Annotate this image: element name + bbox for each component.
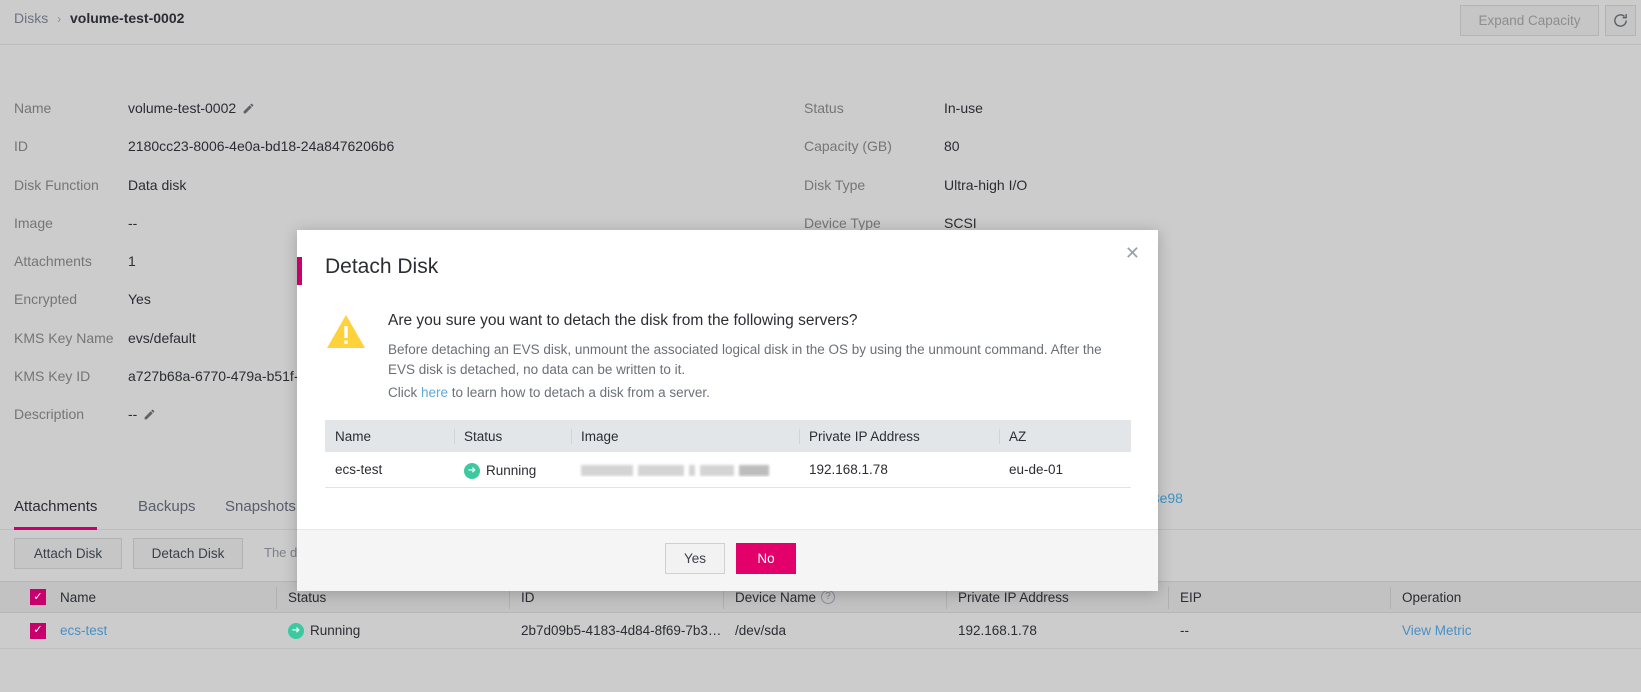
table-row[interactable]: ✓ ecs-test ➜ Running 2b7d09b5-4183-4d84-…	[0, 613, 1641, 649]
detail-value: --	[128, 214, 138, 231]
dialog-cell-az: eu-de-01	[1009, 462, 1064, 477]
dialog-column-name: Name	[335, 428, 372, 444]
help-circle-icon[interactable]: ?	[821, 590, 836, 604]
detach-disk-dialog: Detach Disk ✕ Are you sure you want to d…	[297, 230, 1158, 591]
dialog-cell-status-label: Running	[486, 463, 537, 478]
detail-label: Status	[804, 100, 844, 116]
tab-snapshots[interactable]: Snapshots	[225, 490, 296, 530]
cell-status: ➜ Running	[288, 613, 360, 648]
detail-value: In-use	[944, 100, 983, 116]
detail-value: Data disk	[128, 176, 187, 193]
checkbox-checked-icon: ✓	[30, 622, 46, 639]
detail-label: Device Type	[804, 214, 881, 231]
pencil-icon[interactable]	[242, 102, 255, 118]
checkbox-checked-icon: ✓	[30, 589, 46, 605]
detail-value: Ultra-high I/O	[944, 176, 1028, 193]
breadcrumb-current: volume-test-0002	[70, 10, 185, 26]
dialog-link-line: Click here to learn how to detach a disk…	[388, 385, 710, 400]
detail-value: Yes	[128, 291, 151, 308]
dialog-cell-image-redacted	[571, 462, 799, 477]
breadcrumb-parent-link[interactable]: Disks	[14, 10, 48, 26]
detail-label: KMS Key Name	[14, 329, 114, 346]
cancel-no-button[interactable]: No	[736, 543, 796, 574]
cell-id: 2b7d09b5-4183-4d84-8f69-7b3…	[521, 623, 722, 638]
tab-attachments[interactable]: Attachments	[14, 490, 98, 530]
dialog-table-row: ecs-test ➜ Running 192.168.1.78 eu-de-01	[325, 452, 1131, 488]
detail-value: a727b68a-6770-479a-b51f-8	[128, 368, 307, 385]
breadcrumb-separator: ›	[57, 12, 62, 26]
detail-label: Capacity (GB)	[804, 138, 892, 155]
dialog-title: Detach Disk	[325, 255, 439, 278]
refresh-button[interactable]	[1605, 5, 1636, 36]
confirm-yes-button[interactable]: Yes	[665, 543, 725, 574]
tab-backups[interactable]: Backups	[138, 490, 196, 530]
dialog-table-header-row: Name Status Image Private IP Address AZ	[325, 420, 1131, 452]
dialog-servers-table: Name Status Image Private IP Address AZ …	[325, 420, 1131, 488]
refresh-icon	[1614, 14, 1627, 27]
dialog-footer: Yes No	[297, 529, 1158, 591]
detail-value: SCSI	[944, 214, 977, 231]
column-header-eip[interactable]: EIP	[1180, 582, 1202, 612]
detail-label: Disk Function	[14, 176, 99, 193]
detail-value: evs/default	[128, 329, 196, 346]
link-prefix-text: Click	[388, 385, 421, 400]
detail-label: Disk Type	[804, 176, 866, 193]
detail-value: 80	[944, 138, 960, 155]
detail-label: Attachments	[14, 253, 92, 270]
detail-value: --	[128, 406, 156, 424]
here-link[interactable]: here	[421, 385, 448, 400]
attach-disk-button[interactable]: Attach Disk	[14, 538, 122, 569]
dialog-column-az: AZ	[999, 428, 1121, 444]
detail-label: Name	[14, 100, 52, 116]
close-icon[interactable]: ✕	[1125, 244, 1140, 262]
dialog-description: Before detaching an EVS disk, unmount th…	[388, 342, 1102, 377]
detail-label: Description	[14, 406, 85, 423]
detail-value: 1	[128, 253, 136, 270]
detail-label: Encrypted	[14, 291, 78, 308]
column-header-operation[interactable]: Operation	[1402, 582, 1461, 612]
cell-status-label: Running	[310, 623, 361, 638]
column-divider	[1390, 587, 1391, 609]
cell-private-ip: 192.168.1.78	[958, 623, 1037, 638]
detach-disk-button[interactable]: Detach Disk	[133, 538, 243, 569]
dialog-column-status: Status	[454, 428, 571, 444]
dialog-column-image: Image	[571, 428, 799, 444]
column-divider	[276, 587, 277, 609]
dialog-cell-status: ➜ Running	[454, 461, 571, 479]
cell-name-link[interactable]: ecs-test	[60, 613, 107, 648]
dialog-accent-bar	[297, 257, 302, 285]
dialog-question: Are you sure you want to detach the disk…	[388, 312, 858, 329]
link-suffix-text: to learn how to detach a disk from a ser…	[448, 385, 710, 400]
disk-detail-page: Disks › volume-test-0002 Expand Capacity…	[0, 0, 1641, 692]
pencil-icon[interactable]	[143, 408, 156, 424]
warning-triangle-icon	[327, 315, 365, 348]
column-divider	[1168, 587, 1169, 609]
detail-label: Image	[14, 214, 53, 231]
row-checkbox[interactable]: ✓	[30, 613, 46, 648]
dialog-cell-private-ip: 192.168.1.78	[809, 462, 888, 477]
column-header-name[interactable]: Name	[60, 582, 96, 612]
select-all-checkbox[interactable]: ✓	[30, 582, 46, 612]
cell-device-name: /dev/sda	[735, 623, 787, 638]
attachments-table: ✓ Name Status ID Device Name? Private IP…	[0, 581, 1641, 649]
detail-label: ID	[14, 138, 28, 155]
detail-value: 2180cc23-8006-4e0a-bd18-24a8476206b6	[128, 138, 395, 155]
detail-label: KMS Key ID	[14, 368, 91, 385]
running-arrow-icon: ➜	[464, 462, 480, 479]
dialog-column-private-ip: Private IP Address	[799, 428, 999, 444]
breadcrumb: Disks › volume-test-0002	[14, 10, 184, 26]
running-arrow-icon: ➜	[288, 622, 304, 639]
cell-operation-view-metric[interactable]: View Metric	[1402, 613, 1472, 648]
dialog-cell-name: ecs-test	[335, 462, 383, 477]
detail-value: volume-test-0002	[128, 100, 255, 118]
top-bar: Disks › volume-test-0002 Expand Capacity	[0, 0, 1641, 45]
cell-eip: --	[1180, 623, 1189, 638]
expand-capacity-button[interactable]: Expand Capacity	[1460, 5, 1599, 36]
